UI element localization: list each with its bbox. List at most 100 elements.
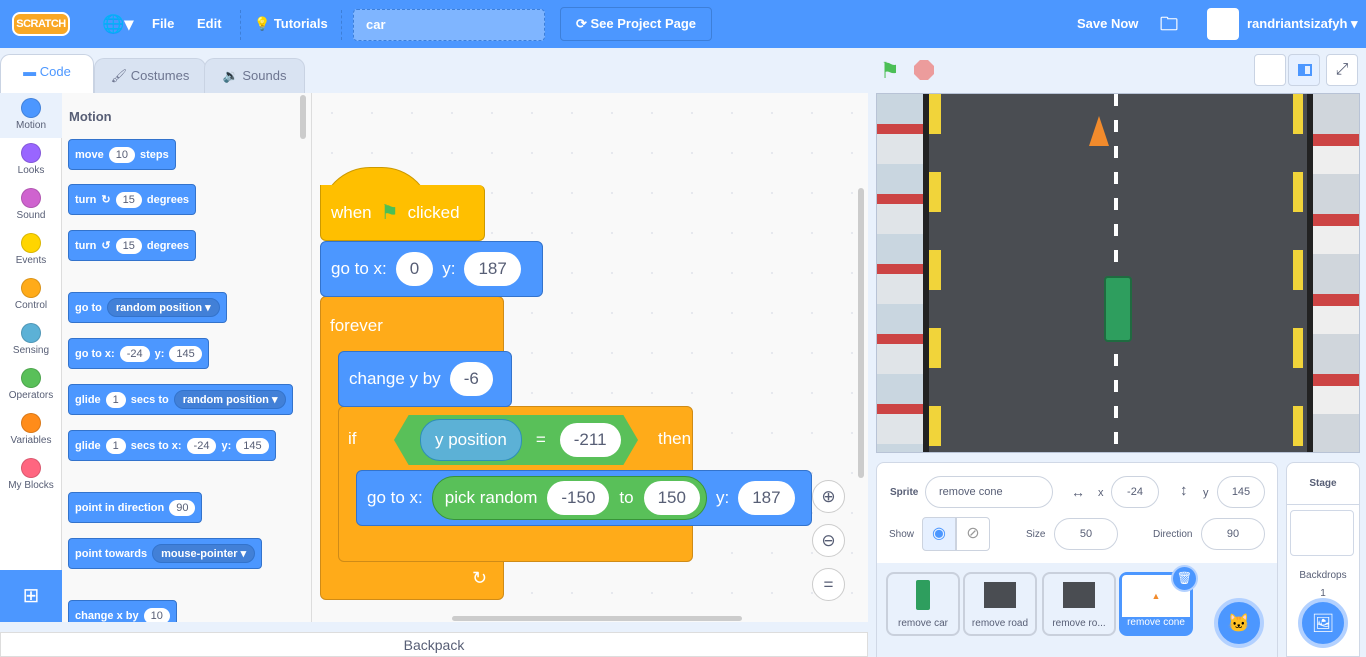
category-label: Motion — [15, 120, 46, 131]
sprite-thumb-remove-road-2[interactable]: remove ro... — [1042, 572, 1116, 636]
account-menu[interactable]: randriantsizafyh ▾ — [1247, 0, 1358, 48]
block-glide[interactable]: glide 1 secs to random position ▾ — [68, 384, 294, 415]
zoom-reset-button[interactable]: = — [812, 568, 845, 601]
tab-sounds[interactable]: 🔉 Sounds — [204, 58, 305, 93]
category-label: My Blocks — [8, 480, 54, 491]
backdrop-thumbnail[interactable] — [1290, 510, 1354, 556]
block-glide-xy[interactable]: glide 1 secs to x: -24 y: 145 — [68, 430, 276, 461]
green-flag-button[interactable]: ⚑ — [880, 58, 900, 84]
cone-sprite[interactable] — [1089, 116, 1109, 146]
block-change-x[interactable]: change x by 10 — [68, 600, 177, 622]
category-my-blocks[interactable]: My Blocks — [0, 453, 62, 498]
block-point-towards[interactable]: point towards mouse-pointer ▾ — [68, 538, 263, 569]
username: randriantsizafyh — [1247, 16, 1348, 31]
stop-button[interactable] — [914, 60, 934, 80]
block-go-to[interactable]: go to random position ▾ — [68, 292, 227, 323]
hide-sprite-button[interactable]: ⊘ — [956, 517, 990, 551]
block-point-direction[interactable]: point in direction 90 — [68, 492, 203, 523]
compare-value[interactable]: -211 — [559, 423, 621, 457]
block-turn-right[interactable]: turn ↻ 15 degrees — [68, 184, 197, 215]
stage-canvas[interactable] — [876, 93, 1360, 453]
if-label-row: if — [348, 429, 357, 448]
category-dot — [21, 458, 41, 478]
code-icon: ▬ — [23, 64, 37, 79]
y-input[interactable]: 145 — [1217, 476, 1265, 508]
script-v-scrollbar[interactable] — [858, 188, 864, 478]
tutorials-label: Tutorials — [273, 16, 328, 31]
x-input[interactable]: -24 — [1111, 476, 1159, 508]
category-dot — [21, 188, 41, 208]
category-motion[interactable]: Motion — [0, 93, 62, 138]
go-to-random-block[interactable]: go to x: pick random -150 to 150 y: 187 — [356, 470, 812, 526]
zoom-out-button[interactable]: ⊖ — [812, 524, 845, 557]
right-buildings — [1313, 94, 1359, 452]
sprite-thumb-remove-road[interactable]: remove road — [963, 572, 1037, 636]
palette-heading: Motion — [69, 109, 112, 124]
backdrops-label: Backdrops — [1299, 570, 1347, 581]
x-label: x — [1098, 487, 1104, 499]
category-looks[interactable]: Looks — [0, 138, 62, 183]
zoom-in-button[interactable]: ⊕ — [812, 480, 845, 513]
category-label: Looks — [17, 165, 45, 176]
y-position-reporter[interactable]: y position — [420, 419, 522, 461]
car-sprite[interactable] — [1104, 276, 1132, 342]
fullscreen-icon[interactable]: ⤢ — [1326, 54, 1358, 86]
equals-contents: y position = -211 — [420, 415, 621, 465]
folder-icon[interactable]: 🗀 — [1160, 0, 1178, 48]
change-y-block[interactable]: change y by -6 — [338, 351, 512, 407]
backpack[interactable]: Backpack — [0, 632, 868, 657]
palette-scrollbar[interactable] — [300, 95, 306, 139]
go-to-xy-block[interactable]: go to x: 0 y: 187 — [320, 241, 543, 297]
project-title-input[interactable]: car — [353, 9, 545, 41]
tab-label: Code — [39, 64, 71, 79]
category-control[interactable]: Control — [0, 273, 62, 318]
large-stage-button[interactable] — [1288, 54, 1320, 86]
tab-label: Costumes — [130, 68, 190, 83]
file-menu[interactable]: File — [152, 0, 174, 48]
left-buildings — [877, 94, 923, 452]
remix-icon: ⟳ — [575, 16, 587, 31]
pick-random-operator: pick random -150 to 150 — [431, 476, 707, 520]
avatar[interactable] — [1207, 8, 1239, 40]
when-flag-clicked-block[interactable]: when ⚑ clicked — [320, 185, 485, 241]
save-now-button[interactable]: Save Now — [1077, 0, 1138, 48]
see-project-page-button[interactable]: ⟳ See Project Page — [560, 7, 712, 41]
category-variables[interactable]: Variables — [0, 408, 62, 453]
category-label: Sensing — [12, 345, 50, 356]
block-go-to-xy[interactable]: go to x: -24 y: 145 — [68, 338, 209, 369]
category-events[interactable]: Events — [0, 228, 62, 273]
category-operators[interactable]: Operators — [0, 363, 62, 408]
block-palette: Motion move 10 steps turn ↻ 15 degrees turn ↺ 1… — [62, 93, 312, 622]
sprite-name-input[interactable]: remove cone — [925, 476, 1053, 508]
sprite-thumb-remove-car[interactable]: remove car — [886, 572, 960, 636]
brush-icon: 🖌 — [110, 68, 128, 83]
lightbulb-icon: 💡 — [254, 16, 271, 31]
script-area[interactable]: forever ↻ when ⚑ clicked go to x: 0 y: 187 ch… — [312, 93, 868, 622]
category-sound[interactable]: Sound — [0, 183, 62, 228]
tab-code[interactable]: ▬ Code — [0, 54, 94, 93]
category-label: Sound — [16, 210, 46, 221]
block-move-steps[interactable]: move 10 steps — [68, 139, 176, 170]
scratch-logo[interactable]: SCRATCH — [12, 12, 70, 36]
choose-backdrop-button[interactable]: 🖼 — [1298, 598, 1348, 648]
small-stage-button[interactable] — [1254, 54, 1286, 86]
block-turn-left[interactable]: turn ↺ 15 degrees — [68, 230, 197, 261]
show-visible-button[interactable]: ◉ — [922, 517, 956, 551]
category-dot — [21, 413, 41, 433]
script-h-scrollbar[interactable] — [452, 616, 742, 621]
category-sensing[interactable]: Sensing — [0, 318, 62, 363]
direction-input[interactable]: 90 — [1201, 518, 1265, 550]
size-input[interactable]: 50 — [1054, 518, 1118, 550]
tab-costumes[interactable]: 🖌 Costumes — [94, 58, 206, 93]
loop-arrow-icon: ↻ — [472, 568, 488, 588]
tutorials-menu[interactable]: 💡 Tutorials — [254, 0, 328, 48]
add-extension-button[interactable]: ⊞ — [0, 570, 62, 622]
choose-sprite-button[interactable]: 🐱 — [1214, 598, 1264, 648]
category-dot — [21, 143, 41, 163]
category-label: Variables — [10, 435, 52, 446]
category-dot — [21, 98, 41, 118]
edit-menu[interactable]: Edit — [197, 0, 222, 48]
category-dot — [21, 233, 41, 253]
delete-sprite-icon[interactable]: 🗑 — [1171, 565, 1198, 592]
globe-icon[interactable]: 🌐▾ — [102, 0, 133, 48]
